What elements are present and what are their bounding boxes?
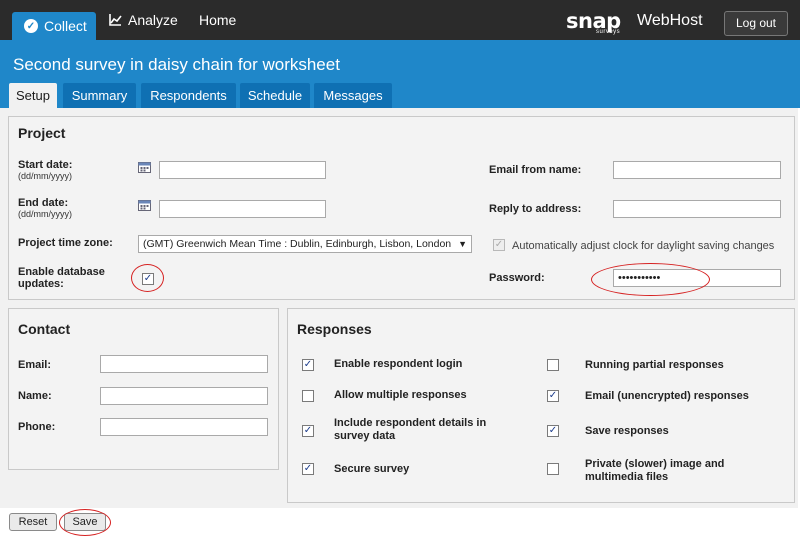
highlight-circle <box>59 509 111 536</box>
allow-multiple-label: Allow multiple responses <box>334 389 467 401</box>
timezone-value: (GMT) Greenwich Mean Time : Dublin, Edin… <box>143 238 452 250</box>
email-unencrypted-checkbox[interactable]: ✓ <box>547 390 559 402</box>
contact-email-label: Email: <box>18 359 52 371</box>
tab-summary[interactable]: Summary <box>63 83 136 108</box>
include-details-checkbox[interactable]: ✓ <box>302 425 314 437</box>
calendar-icon[interactable] <box>138 199 151 211</box>
contact-email-input[interactable] <box>100 355 268 373</box>
email-from-label: Email from name: <box>489 164 582 176</box>
logout-button[interactable]: Log out <box>724 11 788 36</box>
tab-schedule[interactable]: Schedule <box>240 83 310 108</box>
tab-respondents[interactable]: Respondents <box>141 83 236 108</box>
tab-messages[interactable]: Messages <box>314 83 392 108</box>
enable-login-label: Enable respondent login <box>334 358 463 370</box>
contact-name-input[interactable] <box>100 387 268 405</box>
check-circle-icon: ✓ <box>24 19 38 33</box>
running-partial-checkbox[interactable] <box>547 359 559 371</box>
password-label: Password: <box>489 272 545 284</box>
timezone-select[interactable]: (GMT) Greenwich Mean Time : Dublin, Edin… <box>138 235 472 253</box>
nav-home-label: Home <box>199 12 237 28</box>
enable-login-checkbox[interactable]: ✓ <box>302 359 314 371</box>
save-responses-label: Save responses <box>585 425 669 437</box>
timezone-label: Project time zone: <box>18 237 113 249</box>
responses-heading: Responses <box>297 321 372 337</box>
end-date-label: End date: (dd/mm/yyyy) <box>18 197 72 219</box>
highlight-circle <box>591 263 710 296</box>
tab-setup[interactable]: Setup <box>9 83 57 108</box>
contact-name-label: Name: <box>18 390 52 402</box>
product-name: WebHost <box>637 12 703 29</box>
auto-adjust-checkbox[interactable]: ✓ <box>493 239 505 251</box>
db-updates-label: Enable database updates: <box>18 266 105 290</box>
nav-collect-tab[interactable]: ✓ Collect <box>12 12 96 40</box>
nav-analyze-tab[interactable]: Analyze <box>109 12 178 28</box>
chart-line-icon <box>109 14 122 26</box>
reply-to-input[interactable] <box>613 200 781 218</box>
save-responses-checkbox[interactable]: ✓ <box>547 425 559 437</box>
reset-button[interactable]: Reset <box>9 513 57 531</box>
end-date-input[interactable] <box>159 200 326 218</box>
contact-phone-label: Phone: <box>18 421 56 433</box>
private-files-checkbox[interactable] <box>547 463 559 475</box>
calendar-icon[interactable] <box>138 161 151 173</box>
nav-analyze-label: Analyze <box>128 12 178 28</box>
auto-adjust-label: Automatically adjust clock for daylight … <box>512 240 775 252</box>
allow-multiple-checkbox[interactable] <box>302 390 314 402</box>
email-from-input[interactable] <box>613 161 781 179</box>
contact-heading: Contact <box>18 321 71 337</box>
highlight-circle <box>131 264 164 292</box>
start-date-label: Start date: (dd/mm/yyyy) <box>18 159 73 181</box>
private-files-label: Private (slower) image and multimedia fi… <box>585 458 725 483</box>
secure-survey-checkbox[interactable]: ✓ <box>302 463 314 475</box>
project-heading: Project <box>18 125 66 141</box>
nav-home-link[interactable]: Home <box>199 12 236 28</box>
running-partial-label: Running partial responses <box>585 359 724 371</box>
nav-collect-label: Collect <box>44 18 87 34</box>
start-date-input[interactable] <box>159 161 326 179</box>
contact-phone-input[interactable] <box>100 418 268 436</box>
page-title: Second survey in daisy chain for workshe… <box>13 55 340 74</box>
include-details-label: Include respondent details in survey dat… <box>334 417 487 442</box>
snap-logo-sub: surveys <box>596 29 621 35</box>
chevron-down-icon: ▼ <box>458 239 467 249</box>
reply-to-label: Reply to address: <box>489 203 582 215</box>
email-unencrypted-label: Email (unencrypted) responses <box>585 390 749 402</box>
secure-survey-label: Secure survey <box>334 463 410 475</box>
